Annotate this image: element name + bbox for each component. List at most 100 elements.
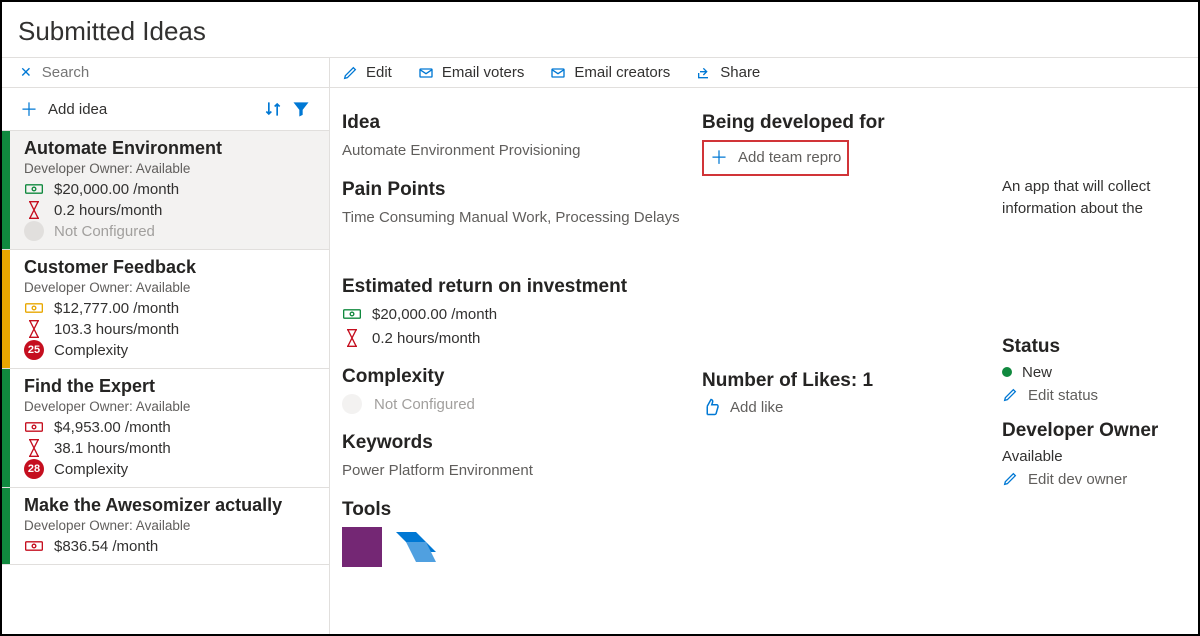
- edit-dev-owner-button[interactable]: Edit dev owner: [1002, 471, 1186, 488]
- list-item[interactable]: Find the Expert Developer Owner: Availab…: [2, 369, 329, 488]
- edit-status-button[interactable]: Edit status: [1002, 387, 1186, 404]
- money-icon: [24, 536, 44, 556]
- money-icon: [24, 179, 44, 199]
- pain-points-heading: Pain Points: [342, 179, 682, 201]
- dev-owner-value: Available: [1002, 448, 1186, 465]
- idea-complexity: Complexity: [54, 342, 128, 359]
- filter-icon[interactable]: [291, 99, 311, 119]
- roi-hours: 0.2 hours/month: [372, 330, 480, 347]
- mail-icon: [550, 65, 566, 81]
- edit-label: Edit: [366, 64, 392, 81]
- roi-heading: Estimated return on investment: [342, 276, 682, 298]
- powerapps-icon: [342, 527, 382, 567]
- status-strip: [2, 250, 10, 368]
- money-icon: [24, 417, 44, 437]
- thumbs-up-icon: [702, 398, 720, 416]
- list-item[interactable]: Customer Feedback Developer Owner: Avail…: [2, 250, 329, 369]
- share-icon: [696, 65, 712, 81]
- idea-title: Find the Expert: [24, 376, 317, 397]
- page-header: Submitted Ideas: [2, 2, 1198, 57]
- search-input[interactable]: [42, 64, 311, 81]
- mail-icon: [418, 65, 434, 81]
- tools-heading: Tools: [342, 499, 682, 521]
- keywords-heading: Keywords: [342, 432, 682, 454]
- status-strip: [2, 488, 10, 564]
- idea-owner: Developer Owner: Available: [24, 161, 317, 176]
- edit-button[interactable]: Edit: [342, 64, 392, 81]
- timer-icon: [24, 319, 44, 339]
- idea-hours: 103.3 hours/month: [54, 321, 179, 338]
- likes-heading: Number of Likes: 1: [702, 370, 982, 392]
- toolbar: Edit Email voters Email creators Share: [330, 57, 1198, 88]
- money-icon: [342, 304, 362, 324]
- pencil-icon: [1002, 471, 1018, 487]
- money-icon: [24, 298, 44, 318]
- timer-icon: [24, 438, 44, 458]
- idea-hours: 38.1 hours/month: [54, 440, 171, 457]
- idea-list: Automate Environment Developer Owner: Av…: [2, 131, 329, 634]
- add-like-label: Add like: [730, 399, 783, 416]
- edit-status-label: Edit status: [1028, 387, 1098, 404]
- status-value: New: [1022, 364, 1052, 381]
- idea-cost: $20,000.00 /month: [54, 181, 179, 198]
- share-button[interactable]: Share: [696, 64, 760, 81]
- idea-cost: $12,777.00 /month: [54, 300, 179, 317]
- add-team-label: Add team repro: [738, 149, 841, 166]
- pencil-icon: [1002, 387, 1018, 403]
- email-voters-button[interactable]: Email voters: [418, 64, 525, 81]
- timer-icon: [24, 200, 44, 220]
- add-idea-label: Add idea: [48, 101, 253, 118]
- pencil-icon: [342, 65, 358, 81]
- dev-owner-heading: Developer Owner: [1002, 420, 1186, 442]
- idea-complexity: Not Configured: [54, 223, 155, 240]
- idea-title: Make the Awesomizer actually: [24, 495, 317, 516]
- idea-owner: Developer Owner: Available: [24, 399, 317, 414]
- search-row[interactable]: ✕: [2, 58, 329, 88]
- complexity-value: Not Configured: [374, 396, 475, 413]
- idea-cost: $4,953.00 /month: [54, 419, 171, 436]
- status-heading: Status: [1002, 336, 1186, 358]
- page-title: Submitted Ideas: [18, 16, 1182, 47]
- status-dot-icon: [1002, 367, 1012, 377]
- idea-title: Customer Feedback: [24, 257, 317, 278]
- idea-heading: Idea: [342, 112, 682, 134]
- complexity-dot-icon: [24, 221, 44, 241]
- idea-hours: 0.2 hours/month: [54, 202, 162, 219]
- list-item[interactable]: Make the Awesomizer actually Developer O…: [2, 488, 329, 565]
- add-team-highlight: ＋ Add team repro: [702, 140, 849, 176]
- add-like-button[interactable]: Add like: [702, 398, 982, 416]
- pain-points-value: Time Consuming Manual Work, Processing D…: [342, 207, 682, 228]
- detail-col-3: An app that will collect information abo…: [1002, 112, 1186, 634]
- detail-col-1: Idea Automate Environment Provisioning P…: [342, 112, 682, 634]
- add-team-button[interactable]: ＋ Add team repro: [710, 144, 841, 170]
- roi-cost: $20,000.00 /month: [372, 306, 497, 323]
- idea-complexity: Complexity: [54, 461, 128, 478]
- clear-search-icon[interactable]: ✕: [20, 64, 32, 81]
- status-strip: [2, 131, 10, 249]
- email-voters-label: Email voters: [442, 64, 525, 81]
- complexity-badge: 25: [24, 340, 44, 360]
- idea-description: An app that will collect information abo…: [1002, 112, 1186, 220]
- powerautomate-icon: [396, 527, 436, 567]
- status-strip: [2, 369, 10, 487]
- email-creators-button[interactable]: Email creators: [550, 64, 670, 81]
- keywords-value: Power Platform Environment: [342, 460, 682, 481]
- edit-dev-owner-label: Edit dev owner: [1028, 471, 1127, 488]
- idea-cost: $836.54 /month: [54, 538, 158, 555]
- list-item[interactable]: Automate Environment Developer Owner: Av…: [2, 131, 329, 250]
- being-developed-heading: Being developed for: [702, 112, 982, 134]
- plus-icon: ＋: [20, 96, 38, 122]
- sidebar: ✕ ＋ Add idea Automate Environment Develo…: [2, 57, 330, 634]
- complexity-heading: Complexity: [342, 366, 682, 388]
- idea-title: Automate Environment: [24, 138, 317, 159]
- timer-icon: [342, 328, 362, 348]
- sort-icon[interactable]: [263, 99, 283, 119]
- share-label: Share: [720, 64, 760, 81]
- add-idea-row[interactable]: ＋ Add idea: [2, 88, 329, 131]
- idea-owner: Developer Owner: Available: [24, 518, 317, 533]
- idea-value: Automate Environment Provisioning: [342, 140, 682, 161]
- complexity-dot-icon: [342, 394, 362, 414]
- detail-panel: Edit Email voters Email creators Share: [330, 57, 1198, 634]
- email-creators-label: Email creators: [574, 64, 670, 81]
- idea-owner: Developer Owner: Available: [24, 280, 317, 295]
